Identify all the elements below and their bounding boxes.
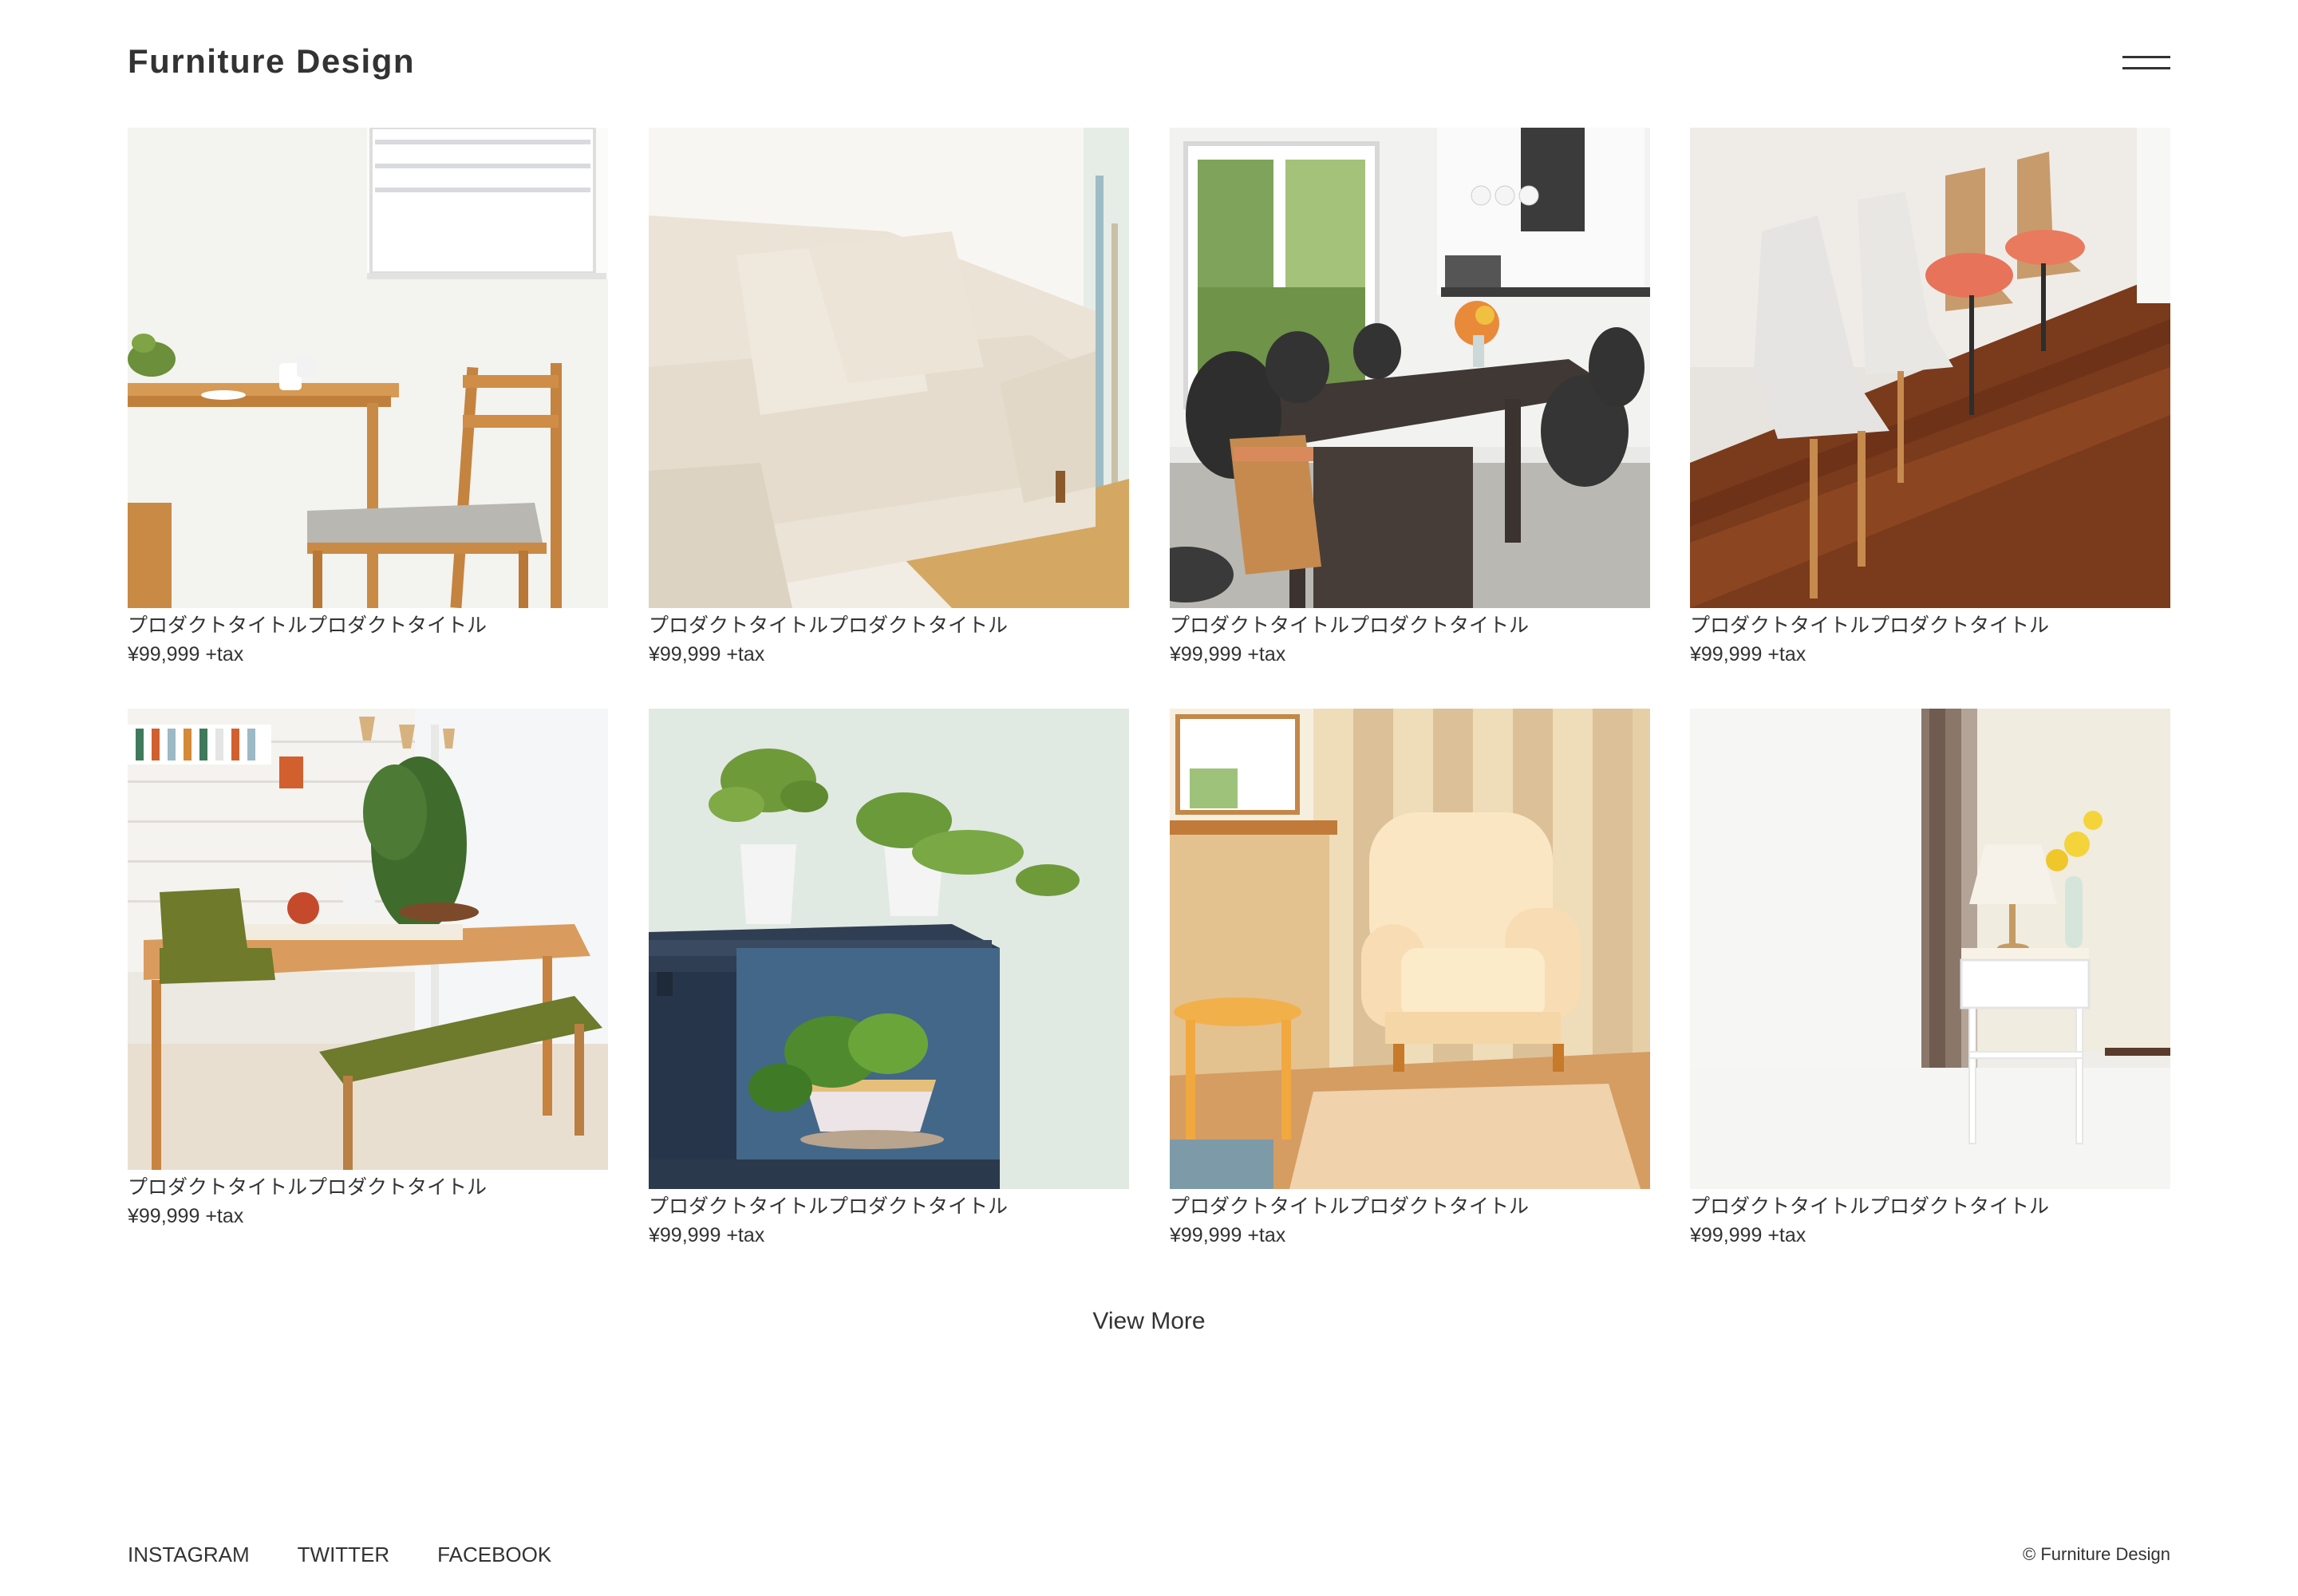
product-card[interactable]: プロダクトタイトルプロダクトタイトル ¥99,999 +tax bbox=[1170, 709, 1650, 1250]
product-image-shelf-plants[interactable] bbox=[649, 709, 1129, 1189]
product-card[interactable]: プロダクトタイトルプロダクトタイトル ¥99,999 +tax bbox=[649, 709, 1129, 1250]
menu-line bbox=[2122, 56, 2170, 58]
product-card[interactable]: プロダクトタイトルプロダクトタイトル ¥99,999 +tax bbox=[649, 128, 1129, 669]
product-title[interactable]: プロダクトタイトルプロダクトタイトル bbox=[649, 1192, 1129, 1221]
site-header: Furniture Design bbox=[128, 37, 2170, 86]
product-card[interactable]: プロダクトタイトルプロダクトタイトル ¥99,999 +tax bbox=[128, 128, 608, 669]
product-price: ¥99,999 +tax bbox=[649, 1224, 765, 1246]
product-image-dining-table[interactable] bbox=[128, 128, 608, 608]
copyright-text: © Furniture Design bbox=[2023, 1544, 2170, 1564]
product-image-sofa[interactable] bbox=[649, 128, 1129, 608]
site-logo[interactable]: Furniture Design bbox=[128, 37, 415, 86]
view-more-container: View More bbox=[0, 1306, 2298, 1337]
product-price: ¥99,999 +tax bbox=[1170, 1224, 1286, 1246]
hamburger-menu-icon[interactable] bbox=[2122, 53, 2170, 72]
menu-line bbox=[2122, 67, 2170, 69]
product-image-chairs[interactable] bbox=[1690, 128, 2170, 608]
product-card[interactable]: プロダクトタイトルプロダクトタイトル ¥99,999 +tax bbox=[128, 709, 608, 1231]
product-title[interactable]: プロダクトタイトルプロダクトタイトル bbox=[1690, 1192, 2170, 1221]
product-price: ¥99,999 +tax bbox=[1690, 643, 1806, 666]
product-image-armchair[interactable] bbox=[1170, 709, 1650, 1189]
product-title[interactable]: プロダクトタイトルプロダクトタイトル bbox=[649, 611, 1129, 640]
product-title[interactable]: プロダクトタイトルプロダクトタイトル bbox=[1170, 1192, 1650, 1221]
product-title[interactable]: プロダクトタイトルプロダクトタイトル bbox=[128, 1173, 608, 1202]
product-card[interactable]: プロダクトタイトルプロダクトタイトル ¥99,999 +tax bbox=[1690, 128, 2170, 669]
product-price: ¥99,999 +tax bbox=[128, 643, 244, 666]
product-price: ¥99,999 +tax bbox=[649, 643, 765, 666]
facebook-link[interactable]: FACEBOOK bbox=[437, 1539, 551, 1570]
product-card[interactable]: プロダクトタイトルプロダクトタイトル ¥99,999 +tax bbox=[1690, 709, 2170, 1250]
product-image-bedside-table[interactable] bbox=[1690, 709, 2170, 1189]
product-price: ¥99,999 +tax bbox=[1690, 1224, 1806, 1246]
product-title[interactable]: プロダクトタイトルプロダクトタイトル bbox=[1690, 611, 2170, 640]
product-image-dining-room[interactable] bbox=[1170, 128, 1650, 608]
product-title[interactable]: プロダクトタイトルプロダクトタイトル bbox=[128, 611, 608, 640]
product-title[interactable]: プロダクトタイトルプロダクトタイトル bbox=[1170, 611, 1650, 640]
product-image-dining-set[interactable] bbox=[128, 709, 608, 1170]
social-links: INSTAGRAM TWITTER FACEBOOK bbox=[128, 1539, 551, 1570]
product-price: ¥99,999 +tax bbox=[1170, 643, 1286, 666]
product-price: ¥99,999 +tax bbox=[128, 1205, 244, 1227]
view-more-link[interactable]: View More bbox=[1092, 1308, 1205, 1334]
twitter-link[interactable]: TWITTER bbox=[298, 1539, 390, 1570]
product-card[interactable]: プロダクトタイトルプロダクトタイトル ¥99,999 +tax bbox=[1170, 128, 1650, 669]
instagram-link[interactable]: INSTAGRAM bbox=[128, 1539, 250, 1570]
site-footer: INSTAGRAM TWITTER FACEBOOK © Furniture D… bbox=[128, 1539, 2170, 1570]
